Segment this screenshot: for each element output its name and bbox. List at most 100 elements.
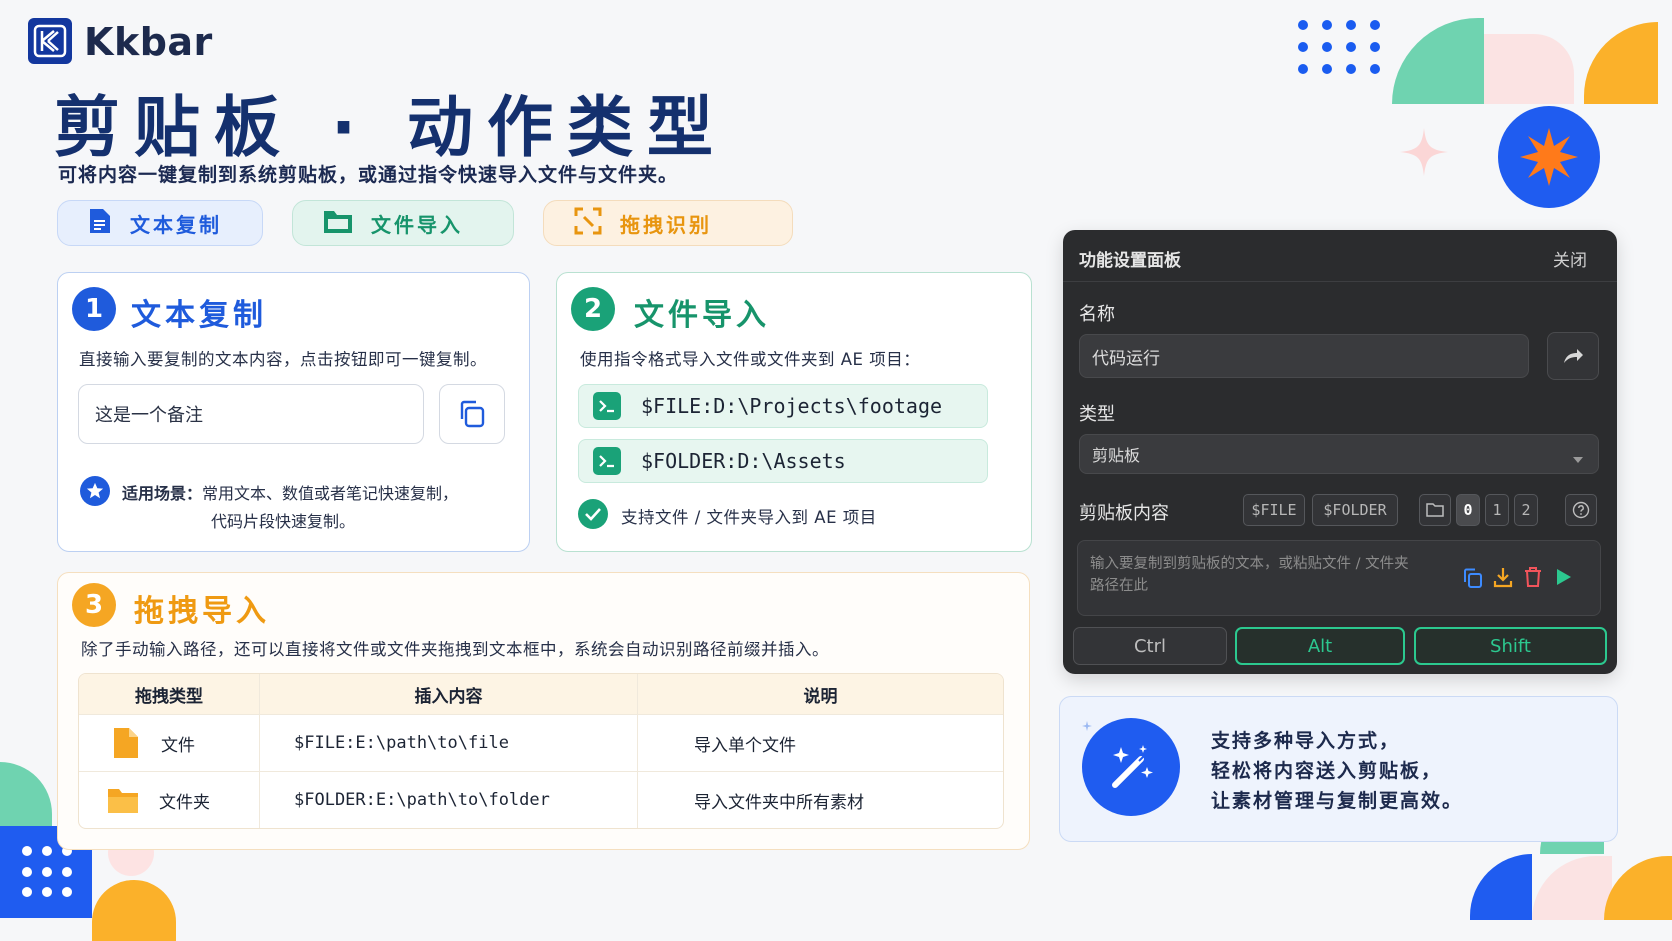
table-cell-desc: 导入文件夹中所有素材 — [694, 792, 864, 813]
drag-type-table: 拖拽类型 插入内容 说明 文件 $FILE:E:\path\to\file 导入… — [78, 673, 1004, 829]
command-row[interactable]: $FOLDER:D:\Assets — [578, 439, 988, 483]
slot-button-0[interactable]: 0 — [1456, 494, 1480, 526]
type-select[interactable]: 剪贴板 — [1079, 434, 1599, 474]
pill-label: 文本复制 — [130, 212, 222, 237]
decor-orange-quarter — [1584, 22, 1658, 104]
textarea-placeholder: 输入要复制到剪贴板的文本，或粘贴文件 / 文件夹 路径在此 — [1090, 553, 1409, 597]
pill-drag-detect[interactable]: 拖拽识别 — [543, 200, 793, 246]
file-icon — [114, 728, 138, 758]
table-cell-type: 文件夹 — [79, 772, 260, 828]
scene-text-2: 代码片段快速复制。 — [211, 512, 356, 531]
page-title: 剪贴板 · 动作类型 — [54, 89, 728, 166]
chevron-down-icon — [1572, 449, 1584, 468]
ctrl-key-button[interactable]: Ctrl — [1073, 627, 1227, 665]
settings-panel: 功能设置面板 关闭 名称 代码运行 类型 剪贴板 剪贴板内容 $FILE $FO… — [1063, 230, 1617, 674]
scene-line-1: 适用场景：常用文本、数值或者笔记快速复制， — [122, 480, 458, 504]
step-number-3: 3 — [72, 583, 116, 627]
info-line-3: 让素材管理与复制更高效。 — [1211, 790, 1464, 812]
card1-desc: 直接输入要复制的文本内容，点击按钮即可一键复制。 — [79, 350, 487, 369]
help-button[interactable] — [1565, 494, 1597, 526]
document-icon — [88, 207, 112, 240]
table-header-cell: 说明 — [803, 686, 838, 707]
decor-dot-grid — [1298, 20, 1380, 74]
folder-icon — [323, 208, 353, 239]
magic-wand-icon — [1082, 718, 1180, 816]
close-button[interactable]: 关闭 — [1553, 246, 1587, 271]
name-label: 名称 — [1079, 304, 1115, 325]
command-text: $FOLDER:D:\Assets — [641, 449, 846, 473]
decor-pink-shape — [1484, 34, 1574, 104]
type-label: 类型 — [1079, 404, 1115, 425]
drag-select-icon — [574, 207, 602, 240]
help-icon — [1572, 501, 1590, 519]
scene-label: 适用场景： — [122, 484, 203, 503]
card1-title: 文本复制 — [131, 298, 267, 333]
table-cell-type: 文件 — [79, 715, 260, 771]
folder-slot-button[interactable] — [1419, 494, 1451, 526]
kkbar-logo-icon — [28, 18, 72, 64]
type-select-value: 剪贴板 — [1092, 446, 1141, 465]
terminal-icon — [593, 447, 621, 475]
command-row[interactable]: $FILE:D:\Projects\footage — [578, 384, 988, 428]
card2-desc: 使用指令格式导入文件或文件夹到 AE 项目： — [580, 350, 921, 369]
decor-green-quarter — [1392, 18, 1484, 104]
copy-icon — [460, 400, 485, 428]
note-input[interactable]: 这是一个备注 — [78, 384, 424, 444]
table-cell-content: $FOLDER:E:\path\to\folder — [260, 772, 638, 828]
slot-button-2[interactable]: 2 — [1514, 494, 1538, 526]
decor-blue-bottom-right — [1470, 854, 1532, 920]
play-icon[interactable] — [1555, 567, 1573, 591]
table-cell-content: $FILE:E:\path\to\file — [260, 715, 638, 771]
table-row: 文件夹 $FOLDER:E:\path\to\folder 导入文件夹中所有素材 — [79, 771, 1003, 828]
panel-title: 功能设置面板 — [1079, 251, 1181, 271]
sparkle-icon — [1400, 128, 1448, 180]
tag-folder-button[interactable]: $FOLDER — [1312, 494, 1398, 526]
row-type-label: 文件夹 — [159, 792, 210, 813]
small-sparkle-icon — [1082, 716, 1092, 731]
step-number-2: 2 — [571, 287, 615, 331]
table-header-cell: 拖拽类型 — [79, 674, 260, 714]
pill-label: 文件导入 — [371, 212, 463, 237]
clipboard-textarea[interactable]: 输入要复制到剪贴板的文本，或粘贴文件 / 文件夹 路径在此 — [1077, 540, 1601, 616]
card2-support: 支持文件 / 文件夹导入到 AE 项目 — [621, 508, 877, 527]
table-header-cell: 插入内容 — [260, 674, 638, 714]
page-subtitle: 可将内容一键复制到系统剪贴板，或通过指令快速导入文件与文件夹。 — [58, 164, 679, 186]
pill-label: 拖拽识别 — [620, 212, 712, 237]
info-line-2: 轻松将内容送入剪贴板， — [1211, 760, 1443, 782]
check-icon — [578, 499, 608, 529]
row-type-label: 文件 — [161, 735, 195, 756]
decor-orange-bottom-right — [1604, 856, 1672, 920]
table-row: 文件 $FILE:E:\path\to\file 导入单个文件 — [79, 714, 1003, 771]
download-icon[interactable] — [1492, 566, 1514, 592]
card3-desc: 除了手动输入路径，还可以直接将文件或文件夹拖拽到文本框中，系统会自动识别路径前缀… — [81, 640, 829, 659]
copy-button[interactable] — [439, 384, 505, 444]
folder-icon — [108, 789, 138, 813]
table-header-row: 拖拽类型 插入内容 说明 — [79, 674, 1003, 714]
terminal-icon — [593, 392, 621, 420]
brand-name: Kkbar — [84, 20, 213, 64]
placeholder-line-1: 输入要复制到剪贴板的文本，或粘贴文件 / 文件夹 — [1090, 556, 1409, 572]
pill-file-import[interactable]: 文件导入 — [292, 200, 514, 246]
panel-header: 功能设置面板 关闭 — [1063, 230, 1617, 282]
share-button[interactable] — [1547, 332, 1599, 380]
share-arrow-icon — [1564, 349, 1583, 363]
alt-key-button[interactable]: Alt — [1235, 627, 1405, 665]
step-number-1: 1 — [72, 287, 116, 331]
copy-icon[interactable] — [1462, 567, 1484, 593]
folder-outline-icon — [1426, 503, 1444, 517]
card3-title: 拖拽导入 — [134, 594, 270, 629]
name-input[interactable]: 代码运行 — [1079, 334, 1529, 378]
tag-file-button[interactable]: $FILE — [1243, 494, 1305, 526]
table-cell-desc: 导入单个文件 — [694, 735, 796, 756]
command-text: $FILE:D:\Projects\footage — [641, 394, 943, 418]
trash-icon[interactable] — [1522, 566, 1544, 592]
shift-key-button[interactable]: Shift — [1414, 627, 1607, 665]
card2-title: 文件导入 — [634, 298, 770, 333]
decor-pink-bottom-right — [1532, 856, 1612, 920]
content-label: 剪贴板内容 — [1079, 503, 1169, 524]
burst-icon — [1498, 106, 1600, 208]
slot-button-1[interactable]: 1 — [1485, 494, 1509, 526]
pill-text-copy[interactable]: 文本复制 — [57, 200, 263, 246]
star-icon — [80, 476, 110, 506]
info-line-1: 支持多种导入方式， — [1211, 730, 1401, 752]
